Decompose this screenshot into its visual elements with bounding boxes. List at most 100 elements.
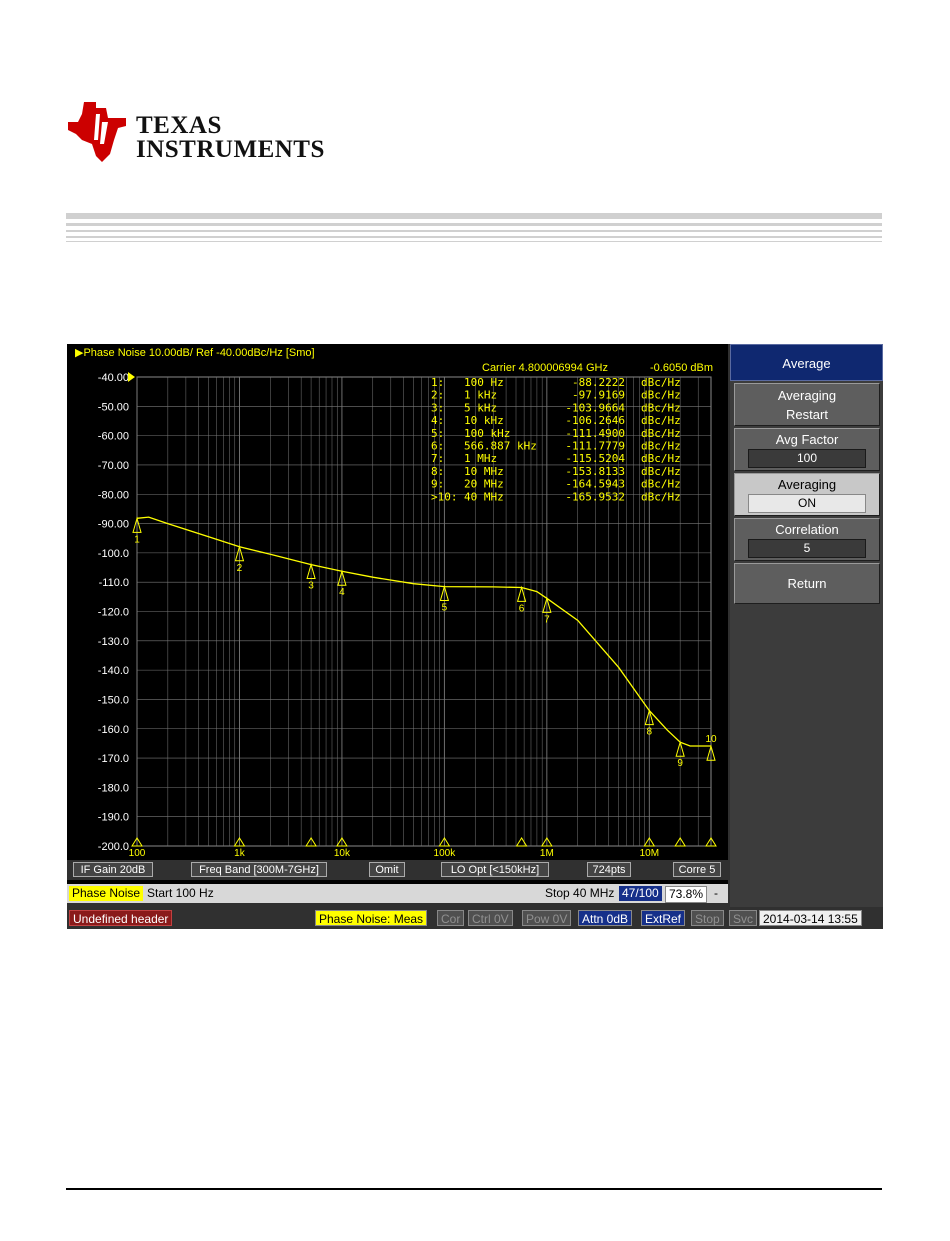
lo-opt-button[interactable]: LO Opt [<150kHz] — [441, 862, 549, 877]
footer-rule — [66, 1188, 882, 1190]
trace-marker-label: 3 — [308, 581, 314, 592]
marker-table-value: -165.9532 — [565, 490, 625, 503]
averaging-restart-label-1: Averaging — [777, 388, 837, 403]
start-freq: Start 100 Hz — [147, 886, 214, 900]
marker-table-id: 1: — [431, 376, 444, 389]
datetime-status: 2014-03-14 13:55 — [759, 910, 862, 926]
marker-table-value: -115.5204 — [565, 452, 625, 465]
x-tick-label: 10k — [334, 848, 351, 859]
marker-table-unit: dBc/Hz — [641, 478, 681, 491]
x-tick-label: 100 — [129, 848, 146, 859]
header-rules — [66, 213, 882, 243]
carrier-power: -0.6050 dBm — [650, 362, 713, 374]
averaging-restart-label-2: Restart — [786, 407, 828, 422]
plot-area: ▶Phase Noise 10.00dB/ Ref -40.00dBc/Hz [… — [67, 344, 728, 884]
pow-status: Pow 0V — [522, 910, 572, 926]
softkey-panel: Average Averaging Restart Avg Factor 100… — [730, 344, 883, 929]
marker-table-value: -88.2222 — [572, 376, 625, 389]
marker-table-freq: 1 kHz — [464, 389, 497, 402]
axis-marker — [515, 837, 528, 847]
status-bar: Undefined header Phase Noise: Meas Cor C… — [67, 907, 883, 929]
averaging-restart-button[interactable]: Averaging Restart — [734, 383, 880, 426]
x-tick-label: 1k — [234, 848, 246, 859]
y-tick-label: -40.00 — [98, 372, 129, 384]
freq-band-button[interactable]: Freq Band [300M-7GHz] — [191, 862, 327, 877]
extref-status: ExtRef — [641, 910, 686, 926]
y-tick-label: -80.00 — [98, 489, 129, 501]
x-tick-label: 100k — [434, 848, 457, 859]
trace-marker-label: 10 — [705, 734, 717, 745]
y-tick-label: -120.0 — [98, 607, 129, 619]
stop-freq: Stop 40 MHz — [545, 886, 615, 900]
sweep-bar: Phase Noise Start 100 Hz Stop 40 MHz 47/… — [67, 884, 728, 903]
correlation-button[interactable]: Correlation 5 — [734, 518, 880, 561]
header-status: Undefined header — [69, 910, 173, 926]
averaging-label: Averaging — [777, 477, 837, 492]
sweep-count: 47/100 — [619, 886, 662, 901]
omit-button[interactable]: Omit — [369, 862, 405, 877]
y-tick-label: -200.0 — [98, 841, 129, 853]
averaging-toggle-button[interactable]: Averaging ON — [734, 473, 880, 516]
trace-marker-label: 8 — [647, 727, 653, 738]
points-button[interactable]: 724pts — [587, 862, 631, 877]
marker-table-unit: dBc/Hz — [641, 440, 681, 453]
ti-wordmark-line1: Texas — [136, 112, 222, 139]
marker-table-value: -106.2646 — [565, 414, 625, 427]
marker-table-id: 6: — [431, 440, 444, 453]
marker-table-value: -97.9169 — [572, 389, 625, 402]
corre-button[interactable]: Corre 5 — [673, 862, 721, 877]
ref-level-marker — [128, 372, 135, 382]
trace-marker-label: 1 — [134, 534, 140, 545]
marker-table-freq: 566.887 kHz — [464, 440, 537, 453]
y-tick-label: -60.00 — [98, 431, 129, 443]
y-tick-label: -150.0 — [98, 694, 129, 706]
avg-factor-value: 100 — [748, 449, 866, 468]
softkey-title: Average — [730, 344, 883, 381]
y-tick-label: -140.0 — [98, 665, 129, 677]
avg-factor-button[interactable]: Avg Factor 100 — [734, 428, 880, 471]
y-tick-label: -170.0 — [98, 753, 129, 765]
window-title: ▶Phase Noise 10.00dB/ Ref -40.00dBc/Hz [… — [75, 347, 315, 359]
correlation-value: 5 — [748, 539, 866, 558]
return-button[interactable]: Return — [734, 563, 880, 604]
carrier-freq: Carrier 4.800006994 GHz — [482, 362, 608, 374]
ti-wordmark: Texas Instruments — [136, 112, 325, 163]
cor-status: Cor — [437, 910, 465, 926]
y-tick-label: -190.0 — [98, 812, 129, 824]
trace-marker — [516, 585, 527, 602]
trace-marker-label: 9 — [677, 758, 683, 769]
x-tick-label: 10M — [640, 848, 659, 859]
trace-marker-label: 2 — [237, 563, 243, 574]
if-gain-button[interactable]: IF Gain 20dB — [73, 862, 153, 877]
marker-table-unit: dBc/Hz — [641, 376, 681, 389]
marker-table-id: 7: — [431, 452, 444, 465]
marker-table-value: -103.9664 — [565, 401, 625, 414]
correlation-label: Correlation — [775, 522, 839, 537]
phase-noise-plot: ▶Phase Noise 10.00dB/ Ref -40.00dBc/Hz [… — [75, 347, 717, 859]
marker-table-freq: 10 kHz — [464, 414, 504, 427]
x-tick-label: 1M — [540, 848, 554, 859]
marker-table-freq: 5 kHz — [464, 401, 497, 414]
meas-status: Phase Noise: Meas — [315, 910, 428, 926]
marker-table-freq: 1 MHz — [464, 452, 497, 465]
svc-status: Svc — [729, 910, 758, 926]
y-tick-label: -90.00 — [98, 519, 129, 531]
marker-table-freq: 20 MHz — [464, 478, 504, 491]
marker-table-value: -164.5943 — [565, 478, 625, 491]
marker-table-freq: 100 Hz — [464, 376, 504, 389]
y-tick-label: -70.00 — [98, 460, 129, 472]
phase-noise-trace — [136, 516, 711, 747]
marker-table-unit: dBc/Hz — [641, 490, 681, 503]
trace-marker-label: 4 — [339, 587, 345, 598]
ti-wordmark-line2: Instruments — [136, 136, 325, 163]
trace-marker-label: 7 — [544, 614, 550, 625]
ti-logo: Texas Instruments — [66, 100, 326, 170]
avg-factor-label: Avg Factor — [775, 432, 839, 447]
marker-table-id: 2: — [431, 389, 444, 402]
sweep-percent: 73.8% — [665, 886, 708, 903]
marker-table-unit: dBc/Hz — [641, 465, 681, 478]
marker-table-unit: dBc/Hz — [641, 452, 681, 465]
marker-table-unit: dBc/Hz — [641, 414, 681, 427]
ctrl-status: Ctrl 0V — [468, 910, 513, 926]
sweep-dash: - — [714, 886, 718, 900]
